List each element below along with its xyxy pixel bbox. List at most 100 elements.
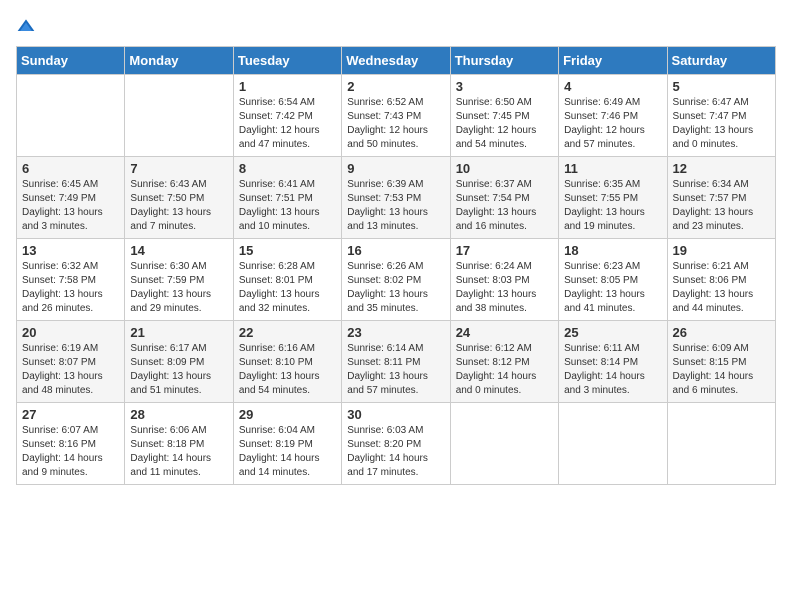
day-number: 9 xyxy=(347,161,444,176)
day-number: 25 xyxy=(564,325,661,340)
day-number: 13 xyxy=(22,243,119,258)
day-info: Sunrise: 6:06 AM Sunset: 8:18 PM Dayligh… xyxy=(130,424,227,480)
day-info: Sunrise: 6:41 AM Sunset: 7:51 PM Dayligh… xyxy=(239,178,336,234)
day-number: 12 xyxy=(673,161,770,176)
day-info: Sunrise: 6:17 AM Sunset: 8:09 PM Dayligh… xyxy=(130,342,227,398)
day-number: 3 xyxy=(456,79,553,94)
calendar-cell: 2 Sunrise: 6:52 AM Sunset: 7:43 PM Dayli… xyxy=(342,75,450,157)
day-info: Sunrise: 6:28 AM Sunset: 8:01 PM Dayligh… xyxy=(239,260,336,316)
day-number: 16 xyxy=(347,243,444,258)
calendar-cell xyxy=(17,75,125,157)
calendar-week-row: 6 Sunrise: 6:45 AM Sunset: 7:49 PM Dayli… xyxy=(17,157,776,239)
weekday-header: Saturday xyxy=(667,47,775,75)
calendar-cell: 18 Sunrise: 6:23 AM Sunset: 8:05 PM Dayl… xyxy=(559,239,667,321)
day-info: Sunrise: 6:47 AM Sunset: 7:47 PM Dayligh… xyxy=(673,96,770,152)
calendar-cell: 22 Sunrise: 6:16 AM Sunset: 8:10 PM Dayl… xyxy=(233,321,341,403)
calendar-cell xyxy=(125,75,233,157)
day-info: Sunrise: 6:16 AM Sunset: 8:10 PM Dayligh… xyxy=(239,342,336,398)
calendar-cell: 1 Sunrise: 6:54 AM Sunset: 7:42 PM Dayli… xyxy=(233,75,341,157)
day-info: Sunrise: 6:07 AM Sunset: 8:16 PM Dayligh… xyxy=(22,424,119,480)
calendar-week-row: 1 Sunrise: 6:54 AM Sunset: 7:42 PM Dayli… xyxy=(17,75,776,157)
day-number: 6 xyxy=(22,161,119,176)
day-info: Sunrise: 6:14 AM Sunset: 8:11 PM Dayligh… xyxy=(347,342,444,398)
day-number: 15 xyxy=(239,243,336,258)
calendar-cell: 12 Sunrise: 6:34 AM Sunset: 7:57 PM Dayl… xyxy=(667,157,775,239)
calendar-cell: 4 Sunrise: 6:49 AM Sunset: 7:46 PM Dayli… xyxy=(559,75,667,157)
day-info: Sunrise: 6:30 AM Sunset: 7:59 PM Dayligh… xyxy=(130,260,227,316)
calendar-cell: 19 Sunrise: 6:21 AM Sunset: 8:06 PM Dayl… xyxy=(667,239,775,321)
day-info: Sunrise: 6:37 AM Sunset: 7:54 PM Dayligh… xyxy=(456,178,553,234)
day-number: 5 xyxy=(673,79,770,94)
day-number: 29 xyxy=(239,407,336,422)
calendar-cell: 26 Sunrise: 6:09 AM Sunset: 8:15 PM Dayl… xyxy=(667,321,775,403)
day-number: 28 xyxy=(130,407,227,422)
day-info: Sunrise: 6:24 AM Sunset: 8:03 PM Dayligh… xyxy=(456,260,553,316)
day-number: 22 xyxy=(239,325,336,340)
calendar-cell: 9 Sunrise: 6:39 AM Sunset: 7:53 PM Dayli… xyxy=(342,157,450,239)
day-number: 26 xyxy=(673,325,770,340)
day-info: Sunrise: 6:35 AM Sunset: 7:55 PM Dayligh… xyxy=(564,178,661,234)
weekday-header: Thursday xyxy=(450,47,558,75)
day-number: 21 xyxy=(130,325,227,340)
calendar-cell: 13 Sunrise: 6:32 AM Sunset: 7:58 PM Dayl… xyxy=(17,239,125,321)
day-number: 17 xyxy=(456,243,553,258)
day-info: Sunrise: 6:32 AM Sunset: 7:58 PM Dayligh… xyxy=(22,260,119,316)
day-info: Sunrise: 6:21 AM Sunset: 8:06 PM Dayligh… xyxy=(673,260,770,316)
day-info: Sunrise: 6:49 AM Sunset: 7:46 PM Dayligh… xyxy=(564,96,661,152)
calendar-cell: 28 Sunrise: 6:06 AM Sunset: 8:18 PM Dayl… xyxy=(125,403,233,485)
calendar-cell: 11 Sunrise: 6:35 AM Sunset: 7:55 PM Dayl… xyxy=(559,157,667,239)
day-info: Sunrise: 6:26 AM Sunset: 8:02 PM Dayligh… xyxy=(347,260,444,316)
day-number: 18 xyxy=(564,243,661,258)
calendar-cell xyxy=(667,403,775,485)
calendar-cell: 30 Sunrise: 6:03 AM Sunset: 8:20 PM Dayl… xyxy=(342,403,450,485)
calendar-cell: 7 Sunrise: 6:43 AM Sunset: 7:50 PM Dayli… xyxy=(125,157,233,239)
logo-icon xyxy=(16,16,36,36)
weekday-header: Sunday xyxy=(17,47,125,75)
day-info: Sunrise: 6:54 AM Sunset: 7:42 PM Dayligh… xyxy=(239,96,336,152)
calendar-cell: 14 Sunrise: 6:30 AM Sunset: 7:59 PM Dayl… xyxy=(125,239,233,321)
day-info: Sunrise: 6:03 AM Sunset: 8:20 PM Dayligh… xyxy=(347,424,444,480)
calendar-cell: 6 Sunrise: 6:45 AM Sunset: 7:49 PM Dayli… xyxy=(17,157,125,239)
calendar-cell: 3 Sunrise: 6:50 AM Sunset: 7:45 PM Dayli… xyxy=(450,75,558,157)
day-info: Sunrise: 6:39 AM Sunset: 7:53 PM Dayligh… xyxy=(347,178,444,234)
day-number: 23 xyxy=(347,325,444,340)
day-number: 2 xyxy=(347,79,444,94)
day-info: Sunrise: 6:09 AM Sunset: 8:15 PM Dayligh… xyxy=(673,342,770,398)
calendar-week-row: 13 Sunrise: 6:32 AM Sunset: 7:58 PM Dayl… xyxy=(17,239,776,321)
calendar-cell: 29 Sunrise: 6:04 AM Sunset: 8:19 PM Dayl… xyxy=(233,403,341,485)
day-number: 4 xyxy=(564,79,661,94)
calendar-cell: 10 Sunrise: 6:37 AM Sunset: 7:54 PM Dayl… xyxy=(450,157,558,239)
weekday-header: Wednesday xyxy=(342,47,450,75)
calendar-cell: 24 Sunrise: 6:12 AM Sunset: 8:12 PM Dayl… xyxy=(450,321,558,403)
day-info: Sunrise: 6:43 AM Sunset: 7:50 PM Dayligh… xyxy=(130,178,227,234)
calendar-cell: 16 Sunrise: 6:26 AM Sunset: 8:02 PM Dayl… xyxy=(342,239,450,321)
calendar-cell: 21 Sunrise: 6:17 AM Sunset: 8:09 PM Dayl… xyxy=(125,321,233,403)
day-number: 27 xyxy=(22,407,119,422)
day-number: 24 xyxy=(456,325,553,340)
calendar-cell: 17 Sunrise: 6:24 AM Sunset: 8:03 PM Dayl… xyxy=(450,239,558,321)
calendar-week-row: 27 Sunrise: 6:07 AM Sunset: 8:16 PM Dayl… xyxy=(17,403,776,485)
day-number: 14 xyxy=(130,243,227,258)
calendar-cell: 8 Sunrise: 6:41 AM Sunset: 7:51 PM Dayli… xyxy=(233,157,341,239)
day-info: Sunrise: 6:23 AM Sunset: 8:05 PM Dayligh… xyxy=(564,260,661,316)
day-info: Sunrise: 6:45 AM Sunset: 7:49 PM Dayligh… xyxy=(22,178,119,234)
day-info: Sunrise: 6:52 AM Sunset: 7:43 PM Dayligh… xyxy=(347,96,444,152)
weekday-header: Monday xyxy=(125,47,233,75)
weekday-header: Tuesday xyxy=(233,47,341,75)
calendar-cell: 25 Sunrise: 6:11 AM Sunset: 8:14 PM Dayl… xyxy=(559,321,667,403)
calendar-table: SundayMondayTuesdayWednesdayThursdayFrid… xyxy=(16,46,776,485)
day-info: Sunrise: 6:50 AM Sunset: 7:45 PM Dayligh… xyxy=(456,96,553,152)
day-number: 7 xyxy=(130,161,227,176)
calendar-cell: 23 Sunrise: 6:14 AM Sunset: 8:11 PM Dayl… xyxy=(342,321,450,403)
weekday-header-row: SundayMondayTuesdayWednesdayThursdayFrid… xyxy=(17,47,776,75)
day-number: 19 xyxy=(673,243,770,258)
calendar-cell xyxy=(450,403,558,485)
calendar-cell: 15 Sunrise: 6:28 AM Sunset: 8:01 PM Dayl… xyxy=(233,239,341,321)
logo xyxy=(16,16,44,36)
calendar-cell: 27 Sunrise: 6:07 AM Sunset: 8:16 PM Dayl… xyxy=(17,403,125,485)
day-number: 8 xyxy=(239,161,336,176)
calendar-cell: 5 Sunrise: 6:47 AM Sunset: 7:47 PM Dayli… xyxy=(667,75,775,157)
day-info: Sunrise: 6:11 AM Sunset: 8:14 PM Dayligh… xyxy=(564,342,661,398)
day-number: 30 xyxy=(347,407,444,422)
day-number: 11 xyxy=(564,161,661,176)
